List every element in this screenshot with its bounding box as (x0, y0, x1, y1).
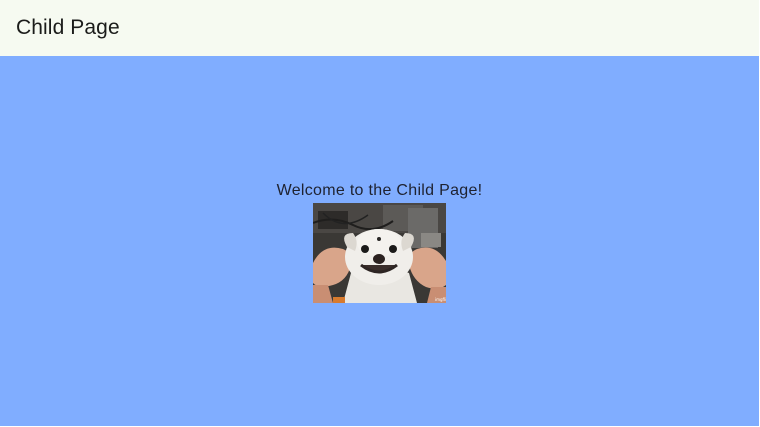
welcome-message: Welcome to the Child Page! (276, 182, 483, 199)
page-title: Child Page (16, 16, 120, 39)
dog-photo: imgflip (313, 203, 446, 303)
content-column: Welcome to the Child Page! imgfl (0, 180, 759, 303)
page-body: Welcome to the Child Page! imgfl (0, 56, 759, 426)
watermark-text: imgflip (435, 297, 446, 302)
app-bar: Child Page (0, 0, 759, 56)
